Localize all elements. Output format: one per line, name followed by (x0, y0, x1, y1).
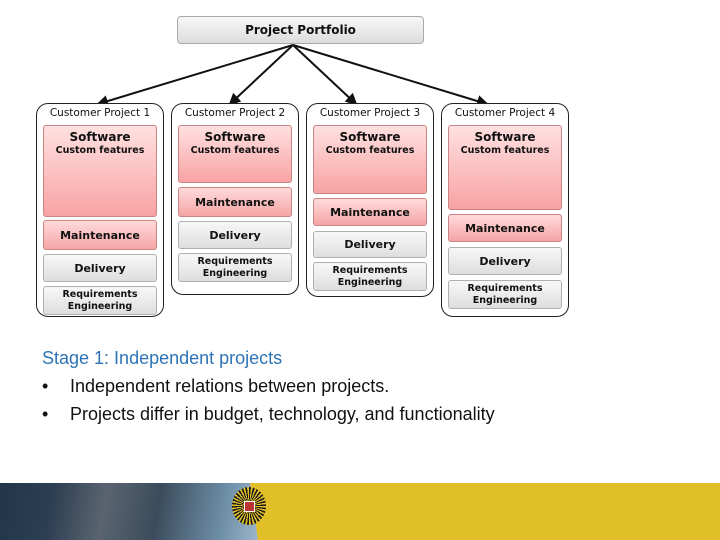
bullet-text: Independent relations between projects. (70, 376, 390, 396)
arrow-to-project-4 (292, 44, 489, 107)
software-block: Software Custom features (43, 125, 157, 217)
yellow-band (250, 483, 720, 540)
footer-banner (0, 483, 720, 540)
maintenance-block: Maintenance (178, 187, 292, 217)
delivery-block: Delivery (448, 247, 562, 275)
delivery-block: Delivery (313, 231, 427, 258)
project-title: Customer Project 1 (49, 107, 151, 119)
requirements-engineering-block: Requirements Engineering (43, 286, 157, 315)
arrow-to-project-1 (96, 44, 294, 107)
requirements-engineering-block: Requirements Engineering (448, 280, 562, 309)
bullet-item: • Independent relations between projects… (42, 376, 495, 397)
software-label: Software (474, 130, 536, 144)
maintenance-block: Maintenance (448, 214, 562, 242)
stage-title: Stage 1: Independent projects (42, 348, 283, 368)
delivery-block: Delivery (43, 254, 157, 282)
custom-features-label: Custom features (325, 145, 415, 156)
software-label: Software (204, 130, 266, 144)
software-label: Software (69, 130, 131, 144)
custom-features-label: Custom features (460, 145, 550, 156)
delivery-block: Delivery (178, 221, 292, 249)
logo-center (244, 501, 255, 512)
customer-project-1: Customer Project 1 Software Custom featu… (36, 103, 164, 317)
bullet-glyph: • (42, 404, 49, 424)
bullet-glyph: • (42, 376, 49, 396)
custom-features-label: Custom features (190, 145, 280, 156)
custom-features-label: Custom features (55, 145, 145, 156)
building-photo (0, 483, 260, 540)
maintenance-block: Maintenance (313, 198, 427, 226)
university-sun-logo-icon (232, 487, 266, 525)
connector-arrows (96, 44, 489, 107)
software-block: Software Custom features (448, 125, 562, 210)
maintenance-block: Maintenance (43, 220, 157, 250)
project-title: Customer Project 3 (319, 107, 421, 119)
requirements-engineering-block: Requirements Engineering (313, 262, 427, 291)
bullet-item: • Projects differ in budget, technology,… (42, 404, 495, 425)
customer-project-2: Customer Project 2 Software Custom featu… (171, 103, 299, 295)
project-title: Customer Project 2 (184, 107, 286, 119)
requirements-engineering-block: Requirements Engineering (178, 253, 292, 282)
software-label: Software (339, 130, 401, 144)
software-block: Software Custom features (178, 125, 292, 183)
project-title: Customer Project 4 (454, 107, 556, 119)
customer-project-4: Customer Project 4 Software Custom featu… (441, 103, 569, 317)
customer-project-3: Customer Project 3 Software Custom featu… (306, 103, 434, 297)
slide-text: Stage 1: Independent projects • Independ… (42, 348, 495, 425)
bullet-text: Projects differ in budget, technology, a… (70, 404, 495, 424)
software-block: Software Custom features (313, 125, 427, 194)
